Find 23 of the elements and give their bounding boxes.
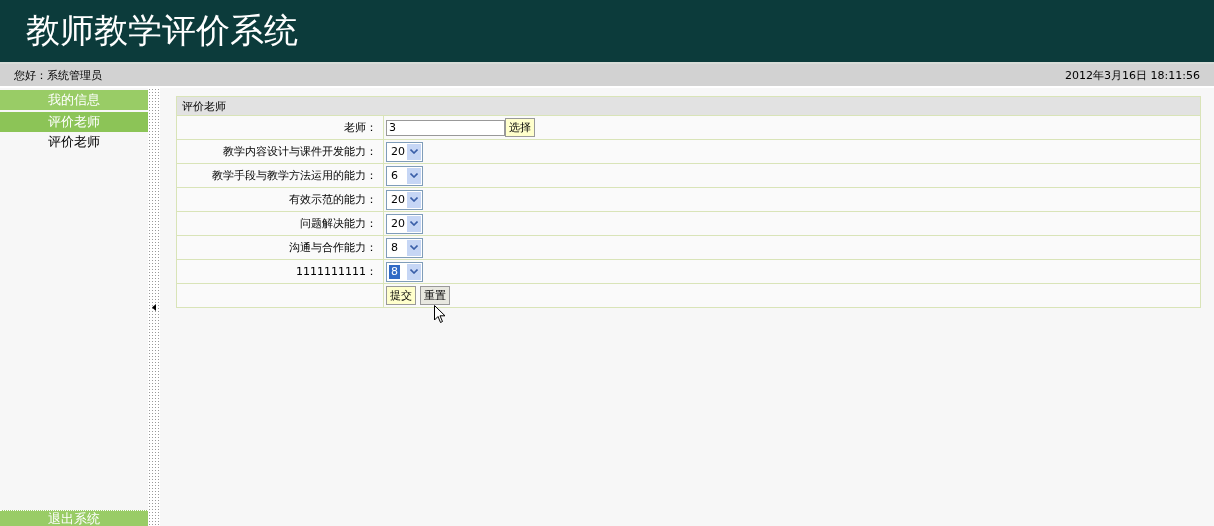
field-label: 教学手段与教学方法运用的能力： bbox=[176, 163, 384, 188]
score-select[interactable]: 20 bbox=[386, 213, 423, 234]
greeting-text: 您好：系统管理员 bbox=[14, 67, 102, 83]
reset-button[interactable]: 重置 bbox=[420, 286, 450, 305]
field-label: 老师： bbox=[176, 115, 384, 140]
menu-link[interactable]: 评价老师 bbox=[0, 132, 148, 152]
field-label: 有效示范的能力： bbox=[176, 187, 384, 212]
field-label: 1111111111： bbox=[176, 259, 384, 284]
date-time: 2012年3月16日 18:11:56 bbox=[1065, 67, 1200, 83]
field-label: 沟通与合作能力： bbox=[176, 235, 384, 260]
score-select[interactable]: 20 bbox=[386, 189, 423, 210]
score-select[interactable]: 8 bbox=[386, 261, 423, 282]
submit-button[interactable]: 提交 bbox=[386, 286, 416, 305]
app-title: 教师教学评价系统 bbox=[26, 9, 298, 52]
form-title: 评价老师 bbox=[176, 96, 1201, 116]
score-select[interactable]: 8 bbox=[386, 237, 423, 258]
field-label: 问题解决能力： bbox=[176, 211, 384, 236]
score-select[interactable]: 20 bbox=[386, 141, 423, 162]
collapse-arrow-icon[interactable] bbox=[152, 303, 156, 311]
choose-button[interactable]: 选择 bbox=[505, 118, 535, 137]
teacher-input[interactable]: 3 bbox=[386, 119, 505, 136]
score-select[interactable]: 6 bbox=[386, 165, 423, 186]
field-label: 教学内容设计与课件开发能力： bbox=[176, 139, 384, 164]
